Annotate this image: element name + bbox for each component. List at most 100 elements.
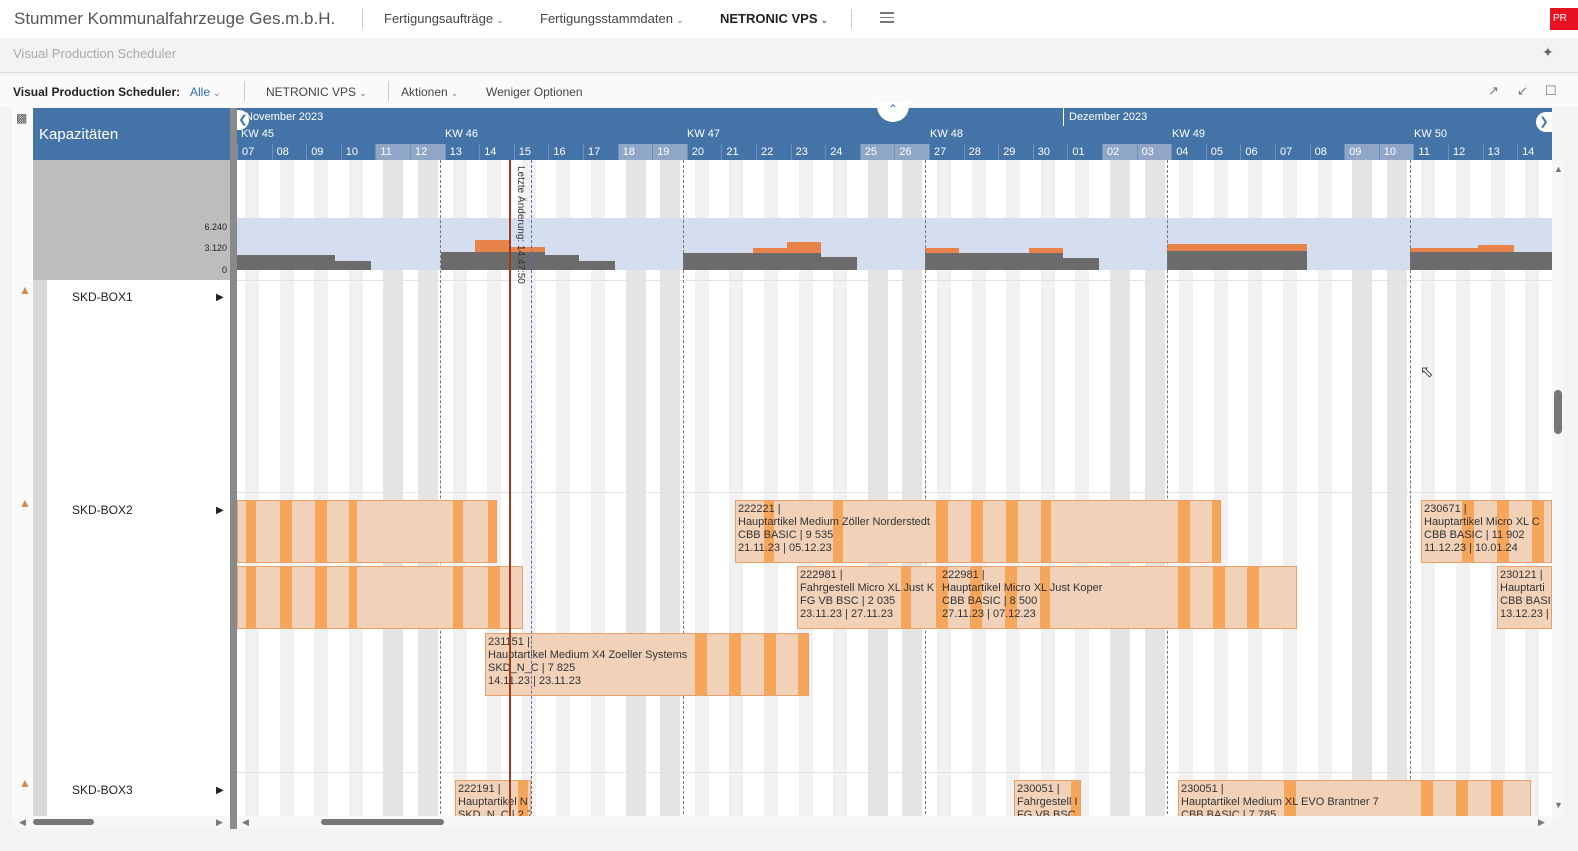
nav-divider [851,9,852,29]
nav-label: NETRONIC VPS [720,11,818,26]
resource-icon: ▲ [19,496,31,510]
share-icon[interactable]: ↗ [1488,83,1499,99]
order-bar[interactable]: 222221 | Hauptartikel Medium Zöller Norde… [735,500,1221,563]
load-bar [683,253,821,270]
order-line: CBB BASIC | 8 500 [942,595,1038,607]
load-bar [821,257,857,270]
order-line: CBB BASIC [1500,595,1551,607]
week-label: KW 45 [241,128,275,140]
vertical-scrollbar[interactable] [1552,160,1564,819]
gantt-scroll-thumb[interactable] [321,819,444,825]
order-bar[interactable] [237,566,523,629]
day-cell: 22 [756,144,791,160]
nav-divider [362,9,363,29]
top-navigation: Stummer Kommunalfahrzeuge Ges.m.b.H. Fer… [0,0,1578,38]
nav-fertigungsstammdaten[interactable]: Fertigungsstammdaten ⌄ [540,11,684,26]
bookmark-icon[interactable]: ☐ [1545,83,1557,99]
chevron-down-icon: ⌄ [359,88,367,98]
gantt-body: 222221 | Hauptartikel Medium Zöller Norde… [237,160,1552,819]
load-bar [1063,258,1099,270]
week-label: KW 49 [1172,128,1206,140]
resource-label-skd-box1[interactable]: SKD-BOX1 [72,290,133,304]
order-line: Fahrgestell Micro XL Just K [800,582,935,594]
view-dropdown[interactable]: NETRONIC VPS ⌄ [266,85,367,99]
resource-label-skd-box2[interactable]: SKD-BOX2 [72,503,133,517]
load-bar [545,255,579,270]
day-cell: 05 [1205,144,1241,160]
resource-label-skd-box3[interactable]: SKD-BOX3 [72,783,133,797]
overload-bar [787,242,821,253]
order-bar[interactable]: 222191 |Hauptartikel NSKD_N_C | 2 78 [455,780,531,819]
order-label: 222981 | Hauptartikel Micro XL Just Koper… [942,569,1102,621]
week-label: KW 47 [687,128,721,140]
order-line: Hauptartikel Medium X4 Zoeller Systems [488,649,688,661]
expand-arrow-icon[interactable]: ▶ [216,785,224,796]
order-line: 11.12.23 | 10.01.24 [1424,542,1518,554]
order-line: 230051 | [1181,783,1224,795]
capacity-load-chart [237,240,1552,270]
vertical-scroll-thumb[interactable] [1554,390,1562,434]
toolbar-label: Visual Production Scheduler: [13,85,181,99]
scroll-up-icon[interactable]: ▲ [1554,164,1563,174]
scroll-right-icon[interactable]: ▶ [216,817,223,828]
week-divider [440,160,441,819]
order-bar[interactable]: 231151 | Hauptartikel Medium X4 Zoeller S… [485,633,809,696]
day-cell: 19 [652,144,687,160]
scroll-left-icon[interactable]: ◀ [242,817,249,828]
scroll-right-icon[interactable]: ❯ [1536,112,1552,132]
actions-dropdown[interactable]: Aktionen ⌄ [401,85,458,99]
menu-icon[interactable] [880,12,894,26]
less-options-link[interactable]: Weniger Optionen [486,85,583,99]
order-bar[interactable]: 230051 | Fahrgestell I FG VB BSC [1014,780,1081,819]
scroll-right-icon[interactable]: ▶ [1538,817,1545,828]
order-line: 230051 | [1017,783,1060,795]
mouse-cursor-icon: ⬁ [1420,364,1434,381]
filter-dropdown[interactable]: Alle ⌄ [190,85,221,99]
day-cell: 30 [1032,144,1068,160]
day-cell: 27 [929,144,964,160]
week-divider [1410,160,1411,819]
chevron-down-icon: ⌄ [213,88,221,98]
last-change-label: Letzte Änderung: 14:47:50 [512,166,530,306]
order-line: 222981 | [942,569,985,581]
collapse-icon[interactable]: ↙ [1517,83,1528,99]
company-name[interactable]: Stummer Kommunalfahrzeuge Ges.m.b.H. [14,9,335,29]
chevron-down-icon: ⌄ [675,15,684,25]
order-label: 222221 | Hauptartikel Medium Zöller Norde… [738,503,930,555]
nav-fertigungsauftraege[interactable]: Fertigungsaufträge ⌄ [384,11,504,26]
day-cell: 16 [548,144,583,160]
capacity-load-axis: 6.240 3.120 0 [33,160,231,280]
order-bar[interactable]: 230121 |HauptartiCBB BASIC13.12.23 | [1497,566,1552,629]
order-bar[interactable]: 222981 | Fahrgestell Micro XL Just K FG VB… [797,566,1297,629]
day-cell: 10 [1378,144,1414,160]
left-scroll-thumb[interactable] [33,819,94,825]
day-cell: 15 [513,144,549,160]
row-divider [237,280,1552,281]
order-line: 23.11.23 | 27.11.23 [800,608,893,620]
week-label: KW 48 [930,128,964,140]
row-divider [237,492,1552,493]
day-cell: 08 [1309,144,1345,160]
order-label: 222191 |Hauptartikel NSKD_N_C | 2 78 [458,783,530,819]
order-line: FG VB BSC | 2 035 [800,595,896,607]
order-bar[interactable] [237,500,497,563]
pin-icon[interactable]: ✦ [1542,44,1554,61]
week-label: KW 46 [445,128,479,140]
resource-icon: ▩ [16,111,28,125]
order-line: 14.11.23 | 23.11.23 [488,675,581,687]
order-line: Hauptartikel N [458,796,528,808]
chevron-down-icon: ⌄ [496,15,504,25]
scroll-left-icon[interactable]: ◀ [19,817,26,828]
order-bar[interactable]: 230051 | Hauptartikel Medium XL EVO Brant… [1178,780,1531,819]
order-bar[interactable]: 230671 | Hauptartikel Micro XL C CBB BASIC… [1421,500,1552,563]
expand-arrow-icon[interactable]: ▶ [216,505,224,516]
week-label: KW 50 [1414,128,1448,140]
month-divider [1063,108,1064,126]
panel-splitter[interactable] [230,108,237,829]
scroll-down-icon[interactable]: ▼ [1554,800,1563,810]
expand-arrow-icon[interactable]: ▶ [216,292,224,303]
nav-netronic-vps[interactable]: NETRONIC VPS ⌄ [720,11,828,26]
load-bar [335,261,371,270]
order-line: CBB BASIC | 9 535 [738,529,834,541]
day-cell: 04 [1171,144,1206,160]
